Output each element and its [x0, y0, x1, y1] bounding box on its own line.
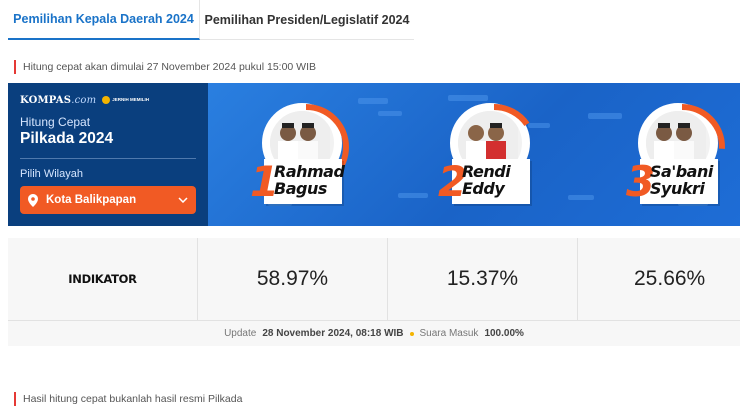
banner-divider — [20, 158, 196, 159]
results-row: INDIKATOR 58.97% 15.37% 25.66% — [8, 238, 740, 320]
kompas-logo[interactable]: KOMPAS.com — [20, 95, 96, 106]
separator-dot-icon — [409, 331, 414, 336]
quick-count-start-notice: Hitung cepat akan dimulai 27 November 20… — [14, 60, 316, 74]
update-label: Update — [224, 328, 257, 339]
pollster-cell: INDIKATOR — [8, 238, 198, 320]
update-time: 28 November 2024, 08:18 WIB — [262, 328, 404, 339]
tab-pilkada-2024[interactable]: Pemilihan Kepala Daerah 2024 — [8, 0, 200, 40]
candidate-card-1: 1 Rahmad Bagus — [250, 103, 360, 213]
location-pin-icon — [28, 193, 40, 207]
indikator-logo: INDIKATOR — [68, 272, 137, 286]
suara-masuk-label: Suara Masuk — [419, 328, 479, 339]
logo-row: KOMPAS.com JERNIH MEMILIH — [20, 93, 196, 107]
candidate-card-3: 3 Sa'bani Syukri — [626, 103, 736, 213]
wilayah-label: Pilih Wilayah — [20, 168, 83, 180]
candidates-panel: 1 Rahmad Bagus 2 Rendi Eddy 3 Sa'bani Sy… — [208, 83, 740, 226]
banner-title: Pilkada 2024 — [20, 130, 114, 147]
quick-count-banner: KOMPAS.com JERNIH MEMILIH Hitung Cepat P… — [8, 83, 740, 226]
disclaimer-notice: Hasil hitung cepat bukanlah hasil resmi … — [14, 392, 242, 406]
banner-left-panel: KOMPAS.com JERNIH MEMILIH Hitung Cepat P… — [8, 83, 208, 226]
jernih-memilih-logo: JERNIH MEMILIH — [102, 96, 149, 104]
quick-count-results: INDIKATOR 58.97% 15.37% 25.66% Update 28… — [8, 238, 740, 346]
tab-pilpres-pileg-2024[interactable]: Pemilihan Presiden/Legislatif 2024 — [200, 0, 414, 40]
candidate-2-percentage: 15.37% — [388, 238, 578, 320]
candidate-card-2: 2 Rendi Eddy — [438, 103, 548, 213]
candidate-name-1: Rahmad Bagus — [274, 162, 345, 198]
jernih-memilih-icon — [102, 96, 111, 104]
wilayah-select[interactable]: Kota Balikpapan — [20, 186, 196, 214]
candidate-name-2: Rendi Eddy — [462, 162, 511, 198]
suara-masuk-value: 100.00% — [484, 328, 524, 339]
wilayah-select-value: Kota Balikpapan — [46, 194, 137, 206]
banner-label: Hitung Cepat — [20, 115, 91, 129]
candidate-1-percentage: 58.97% — [198, 238, 388, 320]
candidate-3-percentage: 25.66% — [634, 267, 706, 290]
candidate-name-3: Sa'bani Syukri — [650, 162, 713, 198]
chevron-down-icon — [178, 194, 188, 206]
election-tabs: Pemilihan Kepala Daerah 2024 Pemilihan P… — [8, 0, 414, 40]
update-info: Update 28 November 2024, 08:18 WIB Suara… — [8, 320, 740, 346]
